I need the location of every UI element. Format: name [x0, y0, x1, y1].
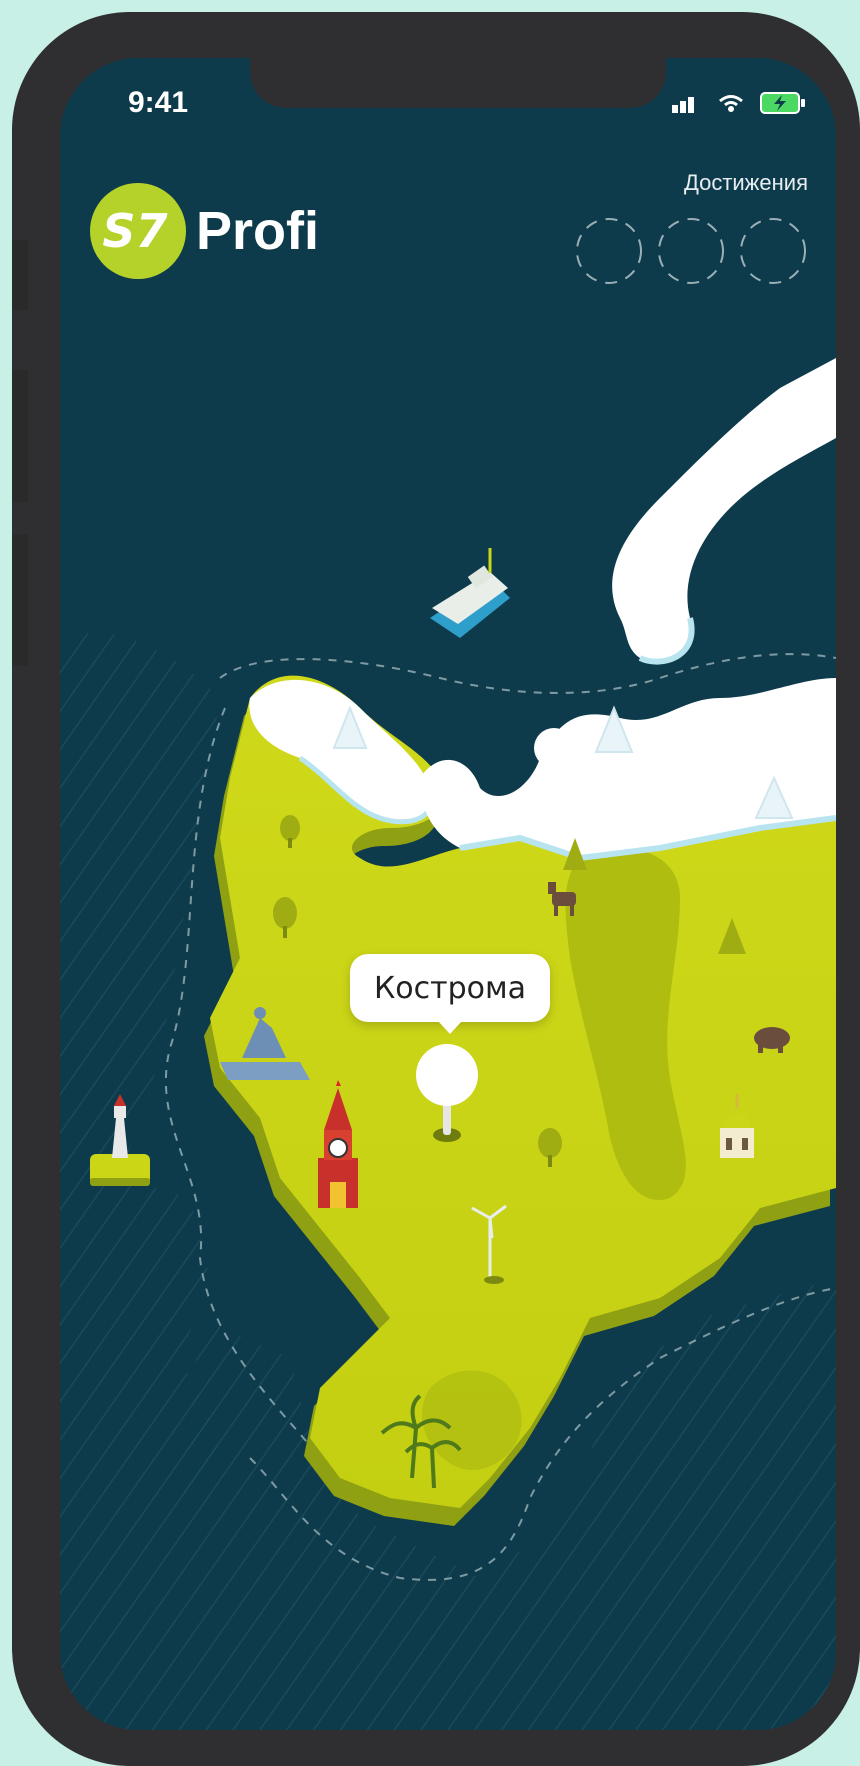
logo-text: Profi — [196, 201, 320, 261]
map-pin-icon[interactable] — [408, 1043, 486, 1143]
wifi-icon — [719, 95, 743, 112]
russia-map[interactable] — [60, 58, 836, 1730]
achievement-slot-empty[interactable] — [574, 216, 644, 286]
achievement-slots — [568, 216, 808, 286]
s7-logo-mark: S7 — [90, 183, 186, 279]
ice-floe — [534, 728, 574, 768]
achievements[interactable]: Достижения — [568, 170, 808, 286]
notch — [250, 58, 666, 108]
city-tooltip[interactable]: Кострома — [350, 954, 550, 1034]
achievement-slot-empty[interactable] — [656, 216, 726, 286]
s7-profi-logo[interactable]: S7 Profi — [90, 183, 319, 279]
status-time: 9:41 — [128, 86, 189, 119]
achievement-slot-empty[interactable] — [738, 216, 808, 286]
ship-icon — [430, 548, 510, 638]
status-icons — [672, 86, 806, 120]
battery-charging-icon — [760, 92, 805, 114]
ice-island-novaya-zemlya — [612, 358, 836, 662]
signal-icon — [672, 97, 694, 113]
app-screen: 9:41 S7 Profi Достижения Кострома — [60, 58, 836, 1730]
achievements-title: Достижения — [683, 170, 808, 195]
volume-up-button — [12, 370, 28, 502]
volume-down-button — [12, 534, 28, 666]
mute-switch — [12, 240, 28, 310]
logo-mark-text: S7 — [102, 204, 167, 258]
